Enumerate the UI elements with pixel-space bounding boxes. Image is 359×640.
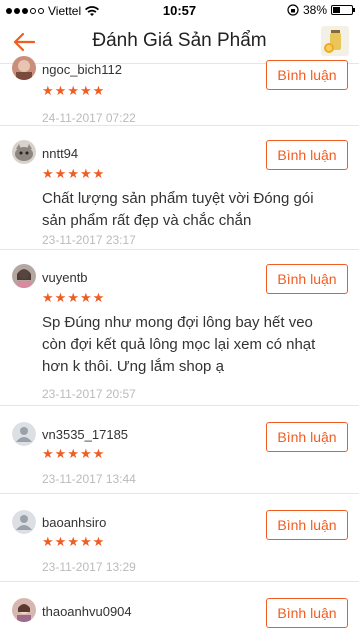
review-comment: Sp Đúng như mong đợi lông bay hết veo cò… [42, 314, 316, 375]
username: vuyentb [42, 270, 88, 285]
comment-button[interactable]: Bình luận [266, 140, 348, 170]
review-comment: Chất lượng sản phẩm tuyệt vời Đóng gói s… [42, 190, 314, 229]
username: vn3535_17185 [42, 427, 129, 442]
comment-button[interactable]: Bình luận [266, 264, 348, 294]
star-icon: ★ [54, 446, 67, 461]
username: baoanhsiro [42, 515, 107, 530]
comment-button[interactable]: Bình luận [266, 422, 348, 452]
review-item: thaoanhvu0904 Bình luận [0, 582, 359, 640]
review-list: ngoc_bich112 ★ ★ ★ ★ ★ 24-11-2017 07:22 Bình… [0, 56, 359, 640]
battery-percent: 38% [302, 3, 327, 17]
avatar[interactable] [12, 140, 36, 164]
star-icon: ★ [54, 534, 67, 549]
star-rating: ★ ★ ★ ★ ★ [42, 166, 104, 182]
star-rating: ★ ★ ★ ★ ★ [42, 290, 104, 306]
star-icon: ★ [67, 534, 79, 549]
username: thaoanhvu0904 [42, 604, 132, 619]
star-icon: ★ [79, 290, 92, 305]
star-icon: ★ [67, 290, 79, 305]
review-date: 23-11-2017 23:17 [42, 233, 136, 247]
comment-button[interactable]: Bình luận [266, 60, 348, 90]
star-icon: ★ [79, 534, 92, 549]
star-icon: ★ [79, 446, 92, 461]
star-icon: ★ [92, 446, 105, 461]
star-icon: ★ [67, 446, 79, 461]
star-icon: ★ [54, 290, 67, 305]
battery-icon [331, 5, 355, 15]
review-date: 23-11-2017 13:29 [42, 560, 136, 574]
status-right: 38% [287, 3, 355, 17]
review-item: vuyentb ★ ★ ★ ★ ★ Sp Đúng như mong đợi lông … [0, 250, 359, 406]
review-item: ngoc_bich112 ★ ★ ★ ★ ★ 24-11-2017 07:22 Bình… [0, 56, 359, 126]
star-icon: ★ [92, 290, 105, 305]
star-icon: ★ [92, 534, 105, 549]
comment-button[interactable]: Bình luận [266, 598, 348, 628]
star-icon: ★ [54, 166, 67, 181]
review-item: nntt94 ★ ★ ★ ★ ★ Chất lượng sản phẩm tuyệt v… [0, 126, 359, 250]
status-bar: Viettel 10:57 38% [0, 0, 359, 20]
star-icon: ★ [92, 83, 105, 98]
star-icon: ★ [67, 166, 79, 181]
star-icon: ★ [42, 446, 54, 461]
star-icon: ★ [42, 166, 54, 181]
page-title: Đánh Giá Sản Phẩm [92, 30, 267, 51]
review-date: 23-11-2017 20:57 [42, 387, 136, 401]
avatar[interactable] [12, 510, 36, 534]
avatar[interactable] [12, 264, 36, 288]
rotation-lock-icon [287, 4, 299, 16]
avatar[interactable] [12, 56, 36, 80]
avatar[interactable] [12, 422, 36, 446]
product-thumbnail[interactable] [321, 26, 349, 56]
star-icon: ★ [42, 83, 54, 98]
star-rating: ★ ★ ★ ★ ★ [42, 534, 104, 550]
star-icon: ★ [42, 290, 54, 305]
star-rating: ★ ★ ★ ★ ★ [42, 446, 104, 462]
review-item: baoanhsiro ★ ★ ★ ★ ★ 23-11-2017 13:29 Bình l… [0, 494, 359, 582]
star-icon: ★ [92, 166, 105, 181]
comment-button[interactable]: Bình luận [266, 510, 348, 540]
star-icon: ★ [79, 166, 92, 181]
review-date: 23-11-2017 13:44 [42, 472, 136, 486]
star-icon: ★ [79, 83, 92, 98]
star-icon: ★ [54, 83, 67, 98]
star-icon: ★ [42, 534, 54, 549]
star-icon: ★ [67, 83, 79, 98]
review-date: 24-11-2017 07:22 [42, 111, 136, 125]
review-item: vn3535_17185 ★ ★ ★ ★ ★ 23-11-2017 13:44 Bình… [0, 406, 359, 494]
username: nntt94 [42, 146, 79, 161]
star-rating: ★ ★ ★ ★ ★ [42, 83, 104, 99]
username: ngoc_bich112 [42, 62, 122, 77]
avatar[interactable] [12, 598, 36, 622]
